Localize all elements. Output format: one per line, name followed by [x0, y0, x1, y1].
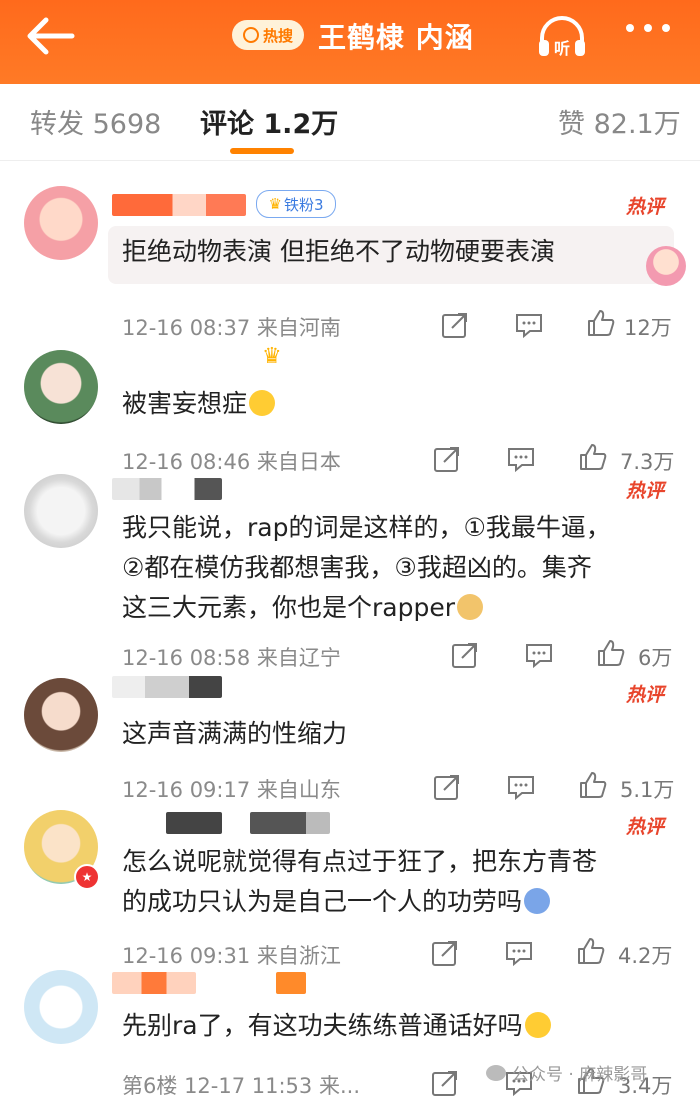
- comment-text: 拒绝动物表演 但拒绝不了动物硬要表演: [122, 237, 555, 266]
- topic-title: 王鹤棣 内涵: [318, 21, 474, 54]
- comment-text: 怎么说呢就觉得有点过于狂了，把东方青苍 的成功只认为是自己一个人的功劳吗: [122, 847, 598, 916]
- username-redacted[interactable]: [112, 478, 222, 500]
- avatar[interactable]: [24, 678, 98, 752]
- crying-emoji-icon: [524, 1012, 551, 1038]
- comment-meta: 12-16 08:46 来自日本: [122, 446, 341, 476]
- top-bar: 热搜 王鹤棣 内涵 听: [0, 0, 700, 84]
- crown-icon: ♛: [262, 344, 282, 369]
- more-options-icon[interactable]: [626, 24, 670, 32]
- dog-emoji-icon: [457, 594, 483, 620]
- comment-meta: 12-16 08:37 来自河南: [122, 312, 341, 342]
- tab-comments[interactable]: 评论 1.2万: [200, 102, 338, 141]
- headphones-icon[interactable]: 听: [536, 14, 588, 60]
- like-icon[interactable]: [576, 936, 606, 966]
- like-icon[interactable]: [578, 770, 608, 800]
- share-icon[interactable]: [440, 310, 470, 340]
- tab-likes[interactable]: 赞 82.1万: [558, 102, 681, 141]
- comment-text: 先别ra了，有这功夫练练普通话好吗: [122, 1006, 551, 1046]
- tab-reposts[interactable]: 转发 5698: [30, 102, 161, 141]
- comment-icon[interactable]: [504, 938, 534, 968]
- hot-comment-tag: 热评: [625, 684, 664, 706]
- verified-icon: ★: [74, 864, 100, 890]
- shocked-emoji-icon: [524, 888, 551, 914]
- search-icon: [242, 27, 259, 43]
- avatar[interactable]: [24, 186, 98, 260]
- fan-badge: ♛ 铁粉3: [256, 190, 336, 218]
- avatar[interactable]: [24, 474, 98, 548]
- like-count: 12万: [624, 316, 672, 340]
- comment-meta: 12-16 09:31 来自浙江: [122, 940, 341, 970]
- comment-text: 这声音满满的性缩力: [122, 719, 348, 748]
- comment-icon[interactable]: [506, 772, 536, 802]
- share-icon[interactable]: [430, 1068, 460, 1098]
- comment-time: 12-16 08:37: [122, 316, 251, 340]
- back-arrow-icon[interactable]: [22, 14, 78, 58]
- comment-time: 12-16 08:58: [122, 646, 251, 670]
- hot-search-label: 热搜: [262, 26, 293, 45]
- sticker-avatar: [646, 246, 686, 286]
- like-icon[interactable]: [586, 308, 616, 338]
- watermark: 公众号 · 麻辣影哥: [486, 1060, 647, 1085]
- floor-number: 第6楼: [122, 1074, 178, 1098]
- tab-bar: 转发 5698 评论 1.2万 赞 82.1万: [0, 84, 700, 161]
- comment-location: 来自日本: [256, 450, 341, 474]
- hot-comment-tag: 热评: [625, 196, 664, 218]
- comment-meta: 第6楼 12-17 11:53 来...: [122, 1070, 360, 1100]
- comment-location: 来...: [318, 1074, 360, 1098]
- share-icon[interactable]: [432, 444, 462, 474]
- username-redacted[interactable]: [112, 194, 246, 216]
- comment-meta: 12-16 09:17 来自山东: [122, 774, 341, 804]
- username-redacted[interactable]: [250, 812, 330, 834]
- like-icon[interactable]: [578, 442, 608, 472]
- share-icon[interactable]: [430, 938, 460, 968]
- hot-comment-tag: 热评: [625, 480, 664, 502]
- crown-icon: ♛: [268, 195, 282, 213]
- comment-location: 来自河南: [256, 316, 341, 340]
- username-redacted[interactable]: [112, 972, 196, 994]
- comment-location: 来自浙江: [256, 944, 341, 968]
- like-count: 4.2万: [618, 944, 673, 968]
- avatar[interactable]: [24, 970, 98, 1044]
- like-count: 6万: [638, 646, 673, 670]
- comment-icon[interactable]: [506, 444, 536, 474]
- comment-time: 12-16 09:17: [122, 778, 251, 802]
- comment-time: 12-16 09:31: [122, 944, 251, 968]
- like-icon[interactable]: [596, 638, 626, 668]
- comment-location: 来自山东: [256, 778, 341, 802]
- comment-icon[interactable]: [514, 310, 544, 340]
- share-icon[interactable]: [450, 640, 480, 670]
- hot-comment-tag: 热评: [625, 816, 664, 838]
- like-count: 5.1万: [620, 778, 675, 802]
- comment-text: 被害妄想症: [122, 384, 276, 424]
- like-count: 7.3万: [620, 450, 675, 474]
- username-redacted[interactable]: [112, 676, 222, 698]
- active-tab-indicator: [230, 148, 294, 154]
- comment-icon[interactable]: [524, 640, 554, 670]
- username-redacted[interactable]: [276, 972, 306, 994]
- comment-time: 12-17 11:53: [184, 1074, 313, 1098]
- hot-search-badge[interactable]: 热搜: [232, 20, 304, 50]
- share-icon[interactable]: [432, 772, 462, 802]
- avatar[interactable]: [24, 350, 98, 424]
- comment-meta: 12-16 08:58 来自辽宁: [122, 642, 341, 672]
- wechat-icon: [486, 1064, 506, 1081]
- comment-time: 12-16 08:46: [122, 450, 251, 474]
- crying-emoji-icon: [249, 390, 276, 416]
- listen-label: 听: [554, 39, 570, 58]
- comment-text: 我只能说，rap的词是这样的，①我最牛逼， ②都在模仿我都想害我，③我超凶的。集…: [122, 513, 611, 622]
- username-redacted[interactable]: [166, 812, 222, 834]
- comment-location: 来自辽宁: [256, 646, 341, 670]
